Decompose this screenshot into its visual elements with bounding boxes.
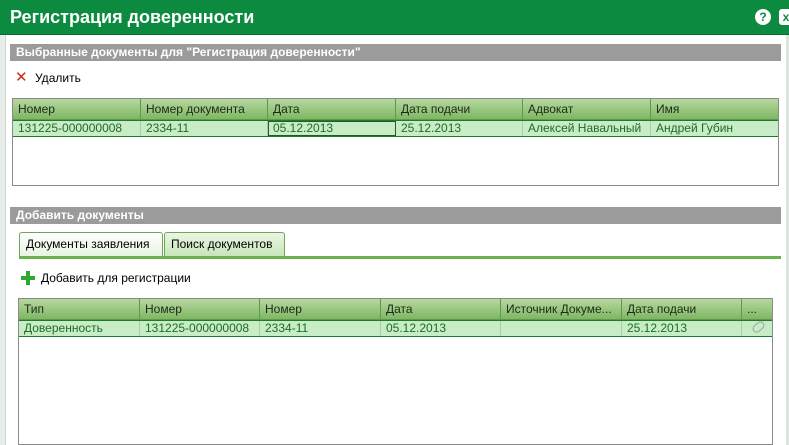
cell-document-number: 2334-11: [260, 321, 381, 336]
cell-submission-date: 25.12.2013: [396, 121, 523, 136]
cell-lawyer: Алексей Навальный: [523, 121, 651, 136]
cell-source: [501, 321, 622, 336]
column-header-source[interactable]: Источник Докуме...: [501, 299, 622, 319]
tab-application-documents[interactable]: Документы заявления: [19, 232, 163, 257]
x-icon: ✕: [15, 69, 28, 86]
add-documents-header: Добавить документы: [10, 207, 781, 224]
grid-header: Номер Номер документа Дата Дата подачи А…: [13, 99, 778, 120]
cell-name: Андрей Губин: [656, 121, 734, 135]
paperclip-icon[interactable]: [750, 321, 764, 333]
plus-icon: [21, 271, 35, 285]
column-header-number[interactable]: Номер: [140, 299, 260, 319]
window-title: Регистрация доверенности: [10, 7, 255, 27]
add-for-registration-button[interactable]: Добавить для регистрации: [21, 271, 191, 285]
application-documents-grid: Тип Номер Номер Дата Источник Докуме... …: [18, 298, 773, 445]
column-header-lawyer[interactable]: Адвокат: [523, 99, 651, 119]
column-header-date[interactable]: Дата: [381, 299, 501, 319]
tab-search-documents[interactable]: Поиск документов: [164, 232, 285, 257]
column-header-name[interactable]: Имя: [651, 99, 778, 119]
column-header-number[interactable]: Номер: [13, 99, 141, 119]
column-header-date[interactable]: Дата: [268, 99, 396, 119]
table-row[interactable]: 131225-000000008 2334-11 05.12.2013 25.1…: [13, 120, 778, 137]
tab-underline: [19, 256, 781, 259]
selected-documents-grid: Номер Номер документа Дата Дата подачи А…: [12, 98, 779, 186]
column-header-more[interactable]: ...: [742, 299, 772, 319]
delete-label: Удалить: [35, 71, 81, 85]
help-icon[interactable]: ?: [755, 9, 771, 25]
window-title-bar: Регистрация доверенности ? x: [0, 0, 789, 35]
add-for-registration-label: Добавить для регистрации: [41, 271, 191, 285]
column-header-type[interactable]: Тип: [19, 299, 140, 319]
cell-date: 05.12.2013: [268, 121, 396, 136]
column-header-document-number[interactable]: Номер: [260, 299, 381, 319]
cell-document-number: 2334-11: [141, 121, 268, 136]
cell-number: 131225-000000008: [140, 321, 260, 336]
close-icon[interactable]: x: [779, 9, 789, 25]
left-edge: [0, 35, 6, 445]
selected-documents-header: Выбранные документы для "Регистрация дов…: [10, 44, 781, 61]
cell-date: 05.12.2013: [381, 321, 501, 336]
cell-type: Доверенность: [19, 321, 140, 336]
delete-button[interactable]: ✕ Удалить: [15, 69, 81, 86]
cell-submission-date: 25.12.2013: [622, 321, 742, 336]
grid-header: Тип Номер Номер Дата Источник Докуме... …: [19, 299, 772, 320]
column-header-submission-date[interactable]: Дата подачи: [396, 99, 523, 119]
cell-number: 131225-000000008: [13, 121, 141, 136]
cell-attachment: [742, 321, 772, 336]
column-header-document-number[interactable]: Номер документа: [141, 99, 268, 119]
column-header-submission-date[interactable]: Дата подачи: [622, 299, 742, 319]
table-row[interactable]: Доверенность 131225-000000008 2334-11 05…: [19, 320, 772, 337]
